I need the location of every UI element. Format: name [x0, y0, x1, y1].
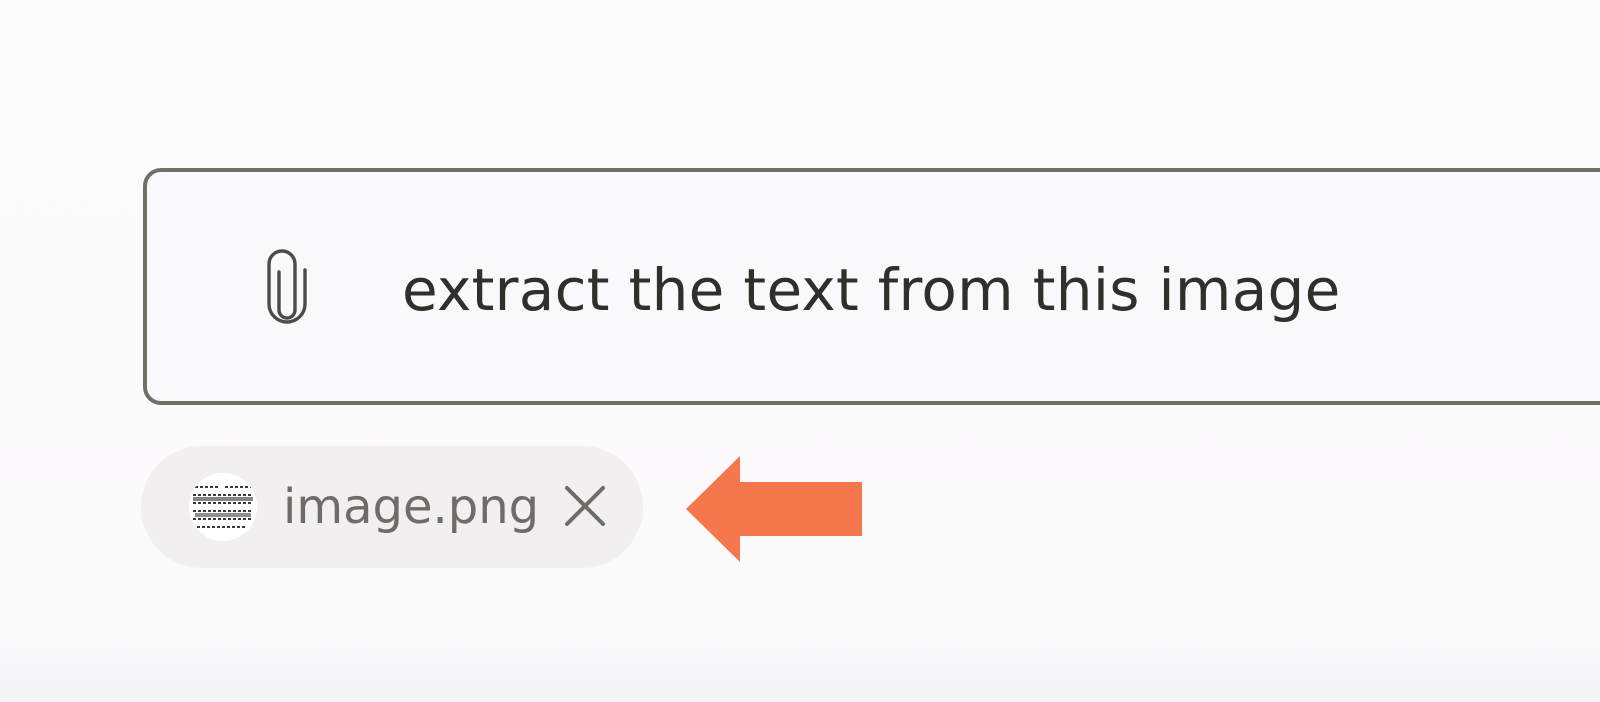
file-name: image.png	[283, 479, 540, 535]
paperclip-icon	[265, 246, 309, 334]
image-thumbnail-icon	[189, 473, 257, 541]
attach-button[interactable]	[261, 248, 313, 332]
close-icon	[563, 484, 607, 532]
prompt-input-box[interactable]: extract the text from this image	[143, 168, 1600, 405]
attachment-chip: image.png	[141, 446, 643, 568]
left-arrow-icon	[686, 456, 864, 562]
remove-attachment-button[interactable]	[559, 482, 611, 534]
prompt-text[interactable]: extract the text from this image	[402, 250, 1341, 330]
